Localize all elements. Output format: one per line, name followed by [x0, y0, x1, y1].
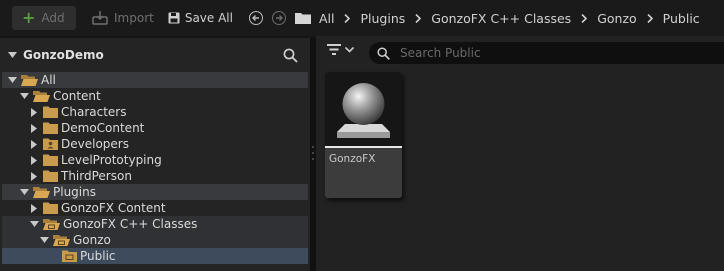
cpp-folder-icon	[43, 218, 60, 231]
tree-item-label: GonzoFX Content	[61, 201, 166, 215]
filter-button[interactable]	[327, 44, 354, 55]
open-folder-icon	[33, 90, 50, 103]
open-folder-icon	[33, 186, 50, 199]
tree-item-label: Content	[53, 89, 101, 103]
search-input[interactable]	[398, 45, 702, 61]
caret-right-icon[interactable]	[30, 155, 39, 165]
asset-name: GonzoFX	[329, 153, 376, 165]
caret-right-icon[interactable]	[30, 139, 39, 149]
plus-icon: +	[22, 8, 36, 27]
caret-right-icon[interactable]	[30, 171, 39, 181]
import-label: Import	[114, 11, 154, 25]
open-folder-icon	[21, 74, 38, 87]
tree-item-label: GonzoFX C++ Classes	[63, 217, 198, 231]
chevron-right-icon[interactable]	[581, 13, 588, 23]
folder-icon	[43, 122, 58, 134]
caret-down-icon[interactable]	[8, 51, 17, 59]
tree-item-label: All	[41, 73, 56, 87]
tree-item-characters[interactable]: Characters	[2, 104, 308, 120]
tree-item-thirdperson[interactable]: ThirdPerson	[2, 168, 308, 184]
caret-right-icon[interactable]	[30, 203, 39, 213]
asset-tile[interactable]: GonzoFX	[325, 72, 402, 198]
tree-item-label: Public	[80, 249, 116, 263]
search-icon	[377, 46, 390, 60]
search-icon[interactable]	[283, 48, 298, 63]
tree-item-content[interactable]: Content	[2, 88, 308, 104]
filter-icon	[327, 44, 341, 55]
tree-item-label: Developers	[61, 137, 129, 151]
tree-item-levelprototyping[interactable]: LevelPrototyping	[2, 152, 308, 168]
caret-right-icon[interactable]	[30, 107, 39, 117]
import-button[interactable]: Import	[92, 6, 154, 30]
class-sphere-icon	[337, 83, 390, 138]
chevron-right-icon[interactable]	[415, 13, 422, 23]
tree-item-label: DemoContent	[61, 121, 145, 135]
developer-folder-icon	[43, 138, 58, 150]
import-icon	[92, 11, 108, 25]
breadcrumb-all[interactable]: All	[319, 11, 335, 26]
folder-tree: All Content Characters DemoContent Devel…	[2, 72, 308, 264]
tree-item-gonzofx-cpp-classes[interactable]: GonzoFX C++ Classes	[2, 216, 308, 232]
breadcrumb-public[interactable]: Public	[663, 11, 700, 26]
tree-item-developers[interactable]: Developers	[2, 136, 308, 152]
save-all-button[interactable]: Save All	[168, 6, 233, 30]
tree-item-label: Plugins	[53, 185, 96, 199]
folder-icon	[43, 202, 58, 214]
add-label: Add	[41, 11, 65, 25]
caret-down-icon[interactable]	[8, 76, 17, 85]
cpp-folder-icon	[62, 250, 77, 262]
tree-item-gonzofx-content[interactable]: GonzoFX Content	[2, 200, 308, 216]
chevron-down-icon	[345, 46, 354, 53]
floppy-disk-icon	[168, 12, 180, 24]
folder-icon[interactable]	[294, 12, 311, 24]
chevron-right-icon[interactable]	[344, 13, 351, 23]
search-field[interactable]	[369, 42, 724, 64]
asset-type-bar	[325, 146, 402, 148]
folder-icon	[43, 106, 58, 118]
breadcrumb-gonzo[interactable]: Gonzo	[597, 11, 636, 26]
caret-right-icon[interactable]	[30, 123, 39, 133]
back-arrow-icon	[251, 15, 259, 21]
grip-icon	[312, 146, 314, 160]
tree-item-gonzo[interactable]: Gonzo	[2, 232, 308, 248]
back-button[interactable]	[248, 11, 263, 25]
project-title: GonzoDemo	[23, 48, 104, 62]
tree-item-label: ThirdPerson	[61, 169, 132, 183]
cpp-folder-icon	[53, 234, 70, 247]
tree-item-label: Gonzo	[73, 233, 111, 247]
forward-button[interactable]	[271, 11, 286, 25]
asset-thumbnail	[325, 72, 402, 146]
add-button[interactable]: + Add	[12, 6, 76, 30]
toolbar: + Add Import Save All All Plugins GonzoF…	[0, 0, 724, 36]
breadcrumb-plugins[interactable]: Plugins	[360, 11, 405, 26]
tree-item-plugins[interactable]: Plugins	[2, 184, 308, 200]
sources-header[interactable]: GonzoDemo	[0, 38, 310, 72]
caret-down-icon[interactable]	[20, 188, 29, 197]
save-all-label: Save All	[184, 11, 233, 25]
folder-icon	[43, 170, 58, 182]
breadcrumb-gonzofx-cpp-classes[interactable]: GonzoFX C++ Classes	[431, 11, 571, 26]
tree-item-label: Characters	[61, 105, 127, 119]
tree-item-public[interactable]: Public	[2, 248, 308, 264]
breadcrumb: All Plugins GonzoFX C++ Classes Gonzo Pu…	[319, 11, 700, 26]
sources-panel: GonzoDemo All Content Characters DemoCon…	[0, 38, 310, 271]
tree-item-all[interactable]: All	[2, 72, 308, 88]
folder-icon	[43, 154, 58, 166]
forward-arrow-icon	[275, 15, 283, 21]
asset-view: GonzoFX	[316, 36, 724, 271]
caret-down-icon[interactable]	[20, 92, 29, 101]
tree-item-democontent[interactable]: DemoContent	[2, 120, 308, 136]
caret-down-icon[interactable]	[30, 220, 39, 229]
chevron-right-icon[interactable]	[647, 13, 653, 23]
tree-item-label: LevelPrototyping	[61, 153, 162, 167]
caret-down-icon[interactable]	[40, 236, 49, 245]
